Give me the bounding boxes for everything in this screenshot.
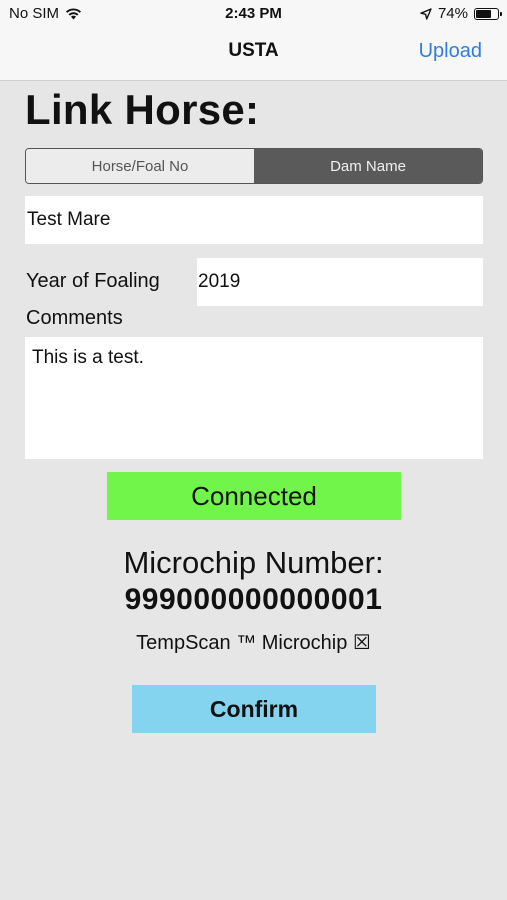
confirm-button[interactable]: Confirm xyxy=(132,685,376,733)
segment-dam-name[interactable]: Dam Name xyxy=(254,149,482,183)
page-title: Link Horse: xyxy=(25,86,260,133)
tempscan-microchip-label: TempScan ™ Microchip ☒ xyxy=(136,632,371,654)
battery-percent: 74% xyxy=(437,5,468,22)
search-mode-segmented-control: Horse/Foal No Dam Name xyxy=(25,148,483,184)
comments-textarea[interactable]: This is a test. xyxy=(25,337,483,459)
connection-status-badge: Connected xyxy=(107,472,401,520)
location-arrow-icon xyxy=(420,7,432,20)
segment-horse-foal-no[interactable]: Horse/Foal No xyxy=(26,149,254,183)
status-right-group: 74% xyxy=(420,5,502,22)
status-bar: No SIM 2:43 PM 74% xyxy=(0,0,507,28)
microchip-number: 999000000000001 xyxy=(124,583,383,616)
upload-button[interactable]: Upload xyxy=(419,40,482,63)
dam-name-input[interactable]: Test Mare xyxy=(25,196,483,244)
comments-label: Comments xyxy=(26,307,123,329)
battery-fill xyxy=(476,9,492,18)
year-of-foaling-input[interactable]: 2019 xyxy=(197,258,483,306)
navigation-bar: No SIM 2:43 PM 74% USTA Upload xyxy=(0,0,507,81)
year-of-foaling-label: Year of Foaling xyxy=(26,270,160,292)
microchip-label: Microchip Number: xyxy=(123,545,384,580)
battery-icon xyxy=(474,7,502,20)
